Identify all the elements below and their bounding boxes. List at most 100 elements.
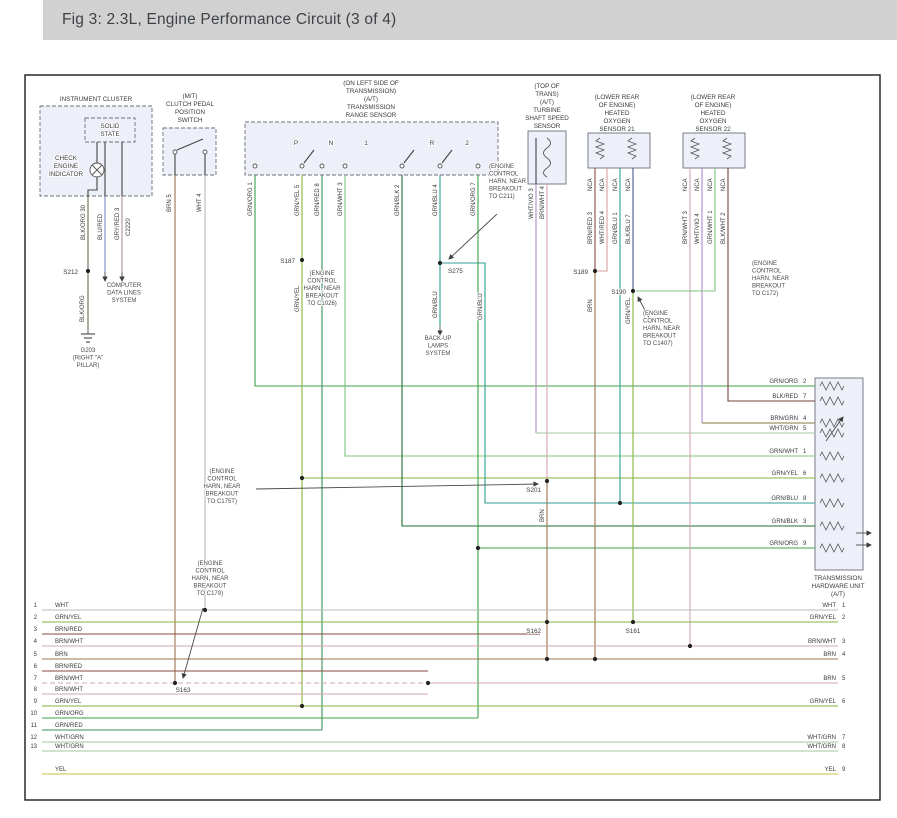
row-label: WHT/GRN <box>807 744 836 750</box>
wire-label: BRN/WHT 3 <box>683 210 689 244</box>
wire-label: GRN/ORG 1 <box>248 182 254 216</box>
wire-label: C2220 <box>126 218 132 236</box>
row-label: GRN/YEL <box>55 615 82 621</box>
switch-contact-icon <box>400 164 404 168</box>
clutch-pedal-position-switch-label: (M/T) <box>182 93 197 100</box>
wiring-diagram: INSTRUMENT CLUSTERSOLIDSTATECHECKENGINEI… <box>0 0 897 818</box>
splice-label: S189 <box>573 269 588 276</box>
wire-label: BLK/ORG 30 <box>81 204 87 240</box>
heated-oxygen-sensor-22-label: OXYGEN <box>700 118 727 125</box>
row-label: WHT/GRN <box>55 744 84 750</box>
transmission-range-sensor-label: (A/T) <box>364 96 378 103</box>
wire-label: GRN/YEL 5 <box>295 184 301 216</box>
range-position-letter: 1 <box>364 140 368 147</box>
note-text: (ENGINE <box>209 469 234 475</box>
row-label: GRN/YEL <box>810 699 837 705</box>
heated-oxygen-sensor-21-label: OF ENGINE) <box>599 102 636 109</box>
wire-label: NCA <box>683 178 689 191</box>
row-label: BRN/WHT <box>55 676 83 682</box>
wire-label: BRN <box>588 299 594 312</box>
row-label: WHT/GRN <box>55 735 84 741</box>
transmission-range-sensor-label: RANGE SENSOR <box>346 112 397 119</box>
range-position-letter: N <box>329 140 334 147</box>
switch-contact-icon <box>203 150 207 154</box>
row-label: BRN/WHT <box>808 639 836 645</box>
wire-label: GRN/BLU <box>433 291 439 318</box>
row-number: 11 <box>31 723 38 729</box>
wire-label: NCA <box>626 178 632 191</box>
range-position-letter: 2 <box>465 140 469 147</box>
wire-label: GRN/YEL <box>295 285 301 312</box>
wire-label: BRN/WHT 4 <box>540 185 546 219</box>
note-text: (ENGINE <box>197 561 222 567</box>
wire-label: GRY/RED 3 <box>115 207 121 240</box>
junction-dot <box>438 261 442 265</box>
wire-label: BLK/ORG <box>80 295 86 322</box>
row-label: BRN/WHT <box>55 639 83 645</box>
wire-label: GRN/BLU <box>478 293 484 320</box>
note-text: PILLAR) <box>77 363 100 369</box>
note-text: TO C1407) <box>643 341 673 347</box>
heated-oxygen-sensor-21-label: OXYGEN <box>604 118 631 125</box>
row-label: WHT <box>55 603 69 609</box>
thu-row-label: WHT/GRN <box>769 426 798 432</box>
clutch-pedal-position-switch-label: SWITCH <box>178 117 203 124</box>
note-text: (ENGINE <box>489 164 514 170</box>
junction-dot <box>688 644 692 648</box>
note-text: LAMPS <box>428 344 448 350</box>
wire-label: GRN/BLU 4 <box>433 184 439 216</box>
row-label: BRN <box>823 652 836 658</box>
note-text: CONTROL <box>207 477 237 483</box>
wire-label: NCA <box>721 178 727 191</box>
heated-oxygen-sensor-22-label: HEATED <box>700 110 726 117</box>
wire-label: GRN/RED 8 <box>315 183 321 216</box>
wire-label: WHT 4 <box>197 193 203 212</box>
note-text: HARN, NEAR <box>191 576 229 582</box>
note-text: TO C179) <box>197 591 223 597</box>
row-label: BRN/RED <box>55 664 83 670</box>
note-text: TO C172) <box>752 291 778 297</box>
switch-contact-icon <box>173 150 177 154</box>
thu-row-label: BRN/GRN <box>770 416 798 422</box>
wire-label: BLK/BLU 7 <box>626 214 632 244</box>
wire-label: WHT/VIO 3 <box>529 188 535 219</box>
row-number: 10 <box>30 711 37 717</box>
note-text: BREAKOUT <box>205 492 238 498</box>
solid-state-label: SOLID <box>101 123 120 130</box>
row-label: YEL <box>825 767 837 773</box>
note-text: CONTROL <box>643 319 673 325</box>
junction-dot <box>86 269 90 273</box>
note-text: BREAKOUT <box>643 334 676 340</box>
switch-contact-icon <box>476 164 480 168</box>
row-label: YEL <box>55 767 67 773</box>
thu-row-label: GRN/BLU <box>771 496 798 502</box>
wire-label: WHT/VIO 4 <box>695 213 701 244</box>
turbine-shaft-speed-sensor-label: SHAFT SPEED <box>525 115 569 122</box>
junction-dot <box>545 479 549 483</box>
thu-row-label: GRN/WHT <box>769 449 798 455</box>
thu-row-label: GRN/ORG <box>769 379 798 385</box>
note-text: BACK-UP <box>425 336 452 342</box>
splice-label: S201 <box>526 487 541 494</box>
junction-dot <box>631 620 635 624</box>
thu-row-label: GRN/ORG <box>769 541 798 547</box>
check-engine-indicator-label: CHECK <box>55 155 78 162</box>
transmission-hardware-unit-label: (A/T) <box>831 591 845 598</box>
wire-label: NCA <box>613 178 619 191</box>
splice-label: S163 <box>176 687 191 694</box>
switch-contact-icon <box>253 164 257 168</box>
turbine-shaft-speed-sensor-label: (A/T) <box>540 99 554 106</box>
note-text: (ENGINE <box>643 311 668 317</box>
switch-contact-icon <box>320 164 324 168</box>
junction-dot <box>300 704 304 708</box>
wire-label: WHT/RED 4 <box>600 210 606 244</box>
note-text: SYSTEM <box>112 298 137 304</box>
wire-label: NCA <box>588 178 594 191</box>
splice-label: S190 <box>611 289 626 296</box>
note-text: COMPUTER <box>107 283 142 289</box>
row-label: WHT/GRN <box>807 735 836 741</box>
solid-state-box <box>85 118 135 142</box>
junction-dot <box>631 289 635 293</box>
turbine-shaft-speed-sensor-label: (TOP OF <box>534 83 559 90</box>
junction-dot <box>203 608 207 612</box>
